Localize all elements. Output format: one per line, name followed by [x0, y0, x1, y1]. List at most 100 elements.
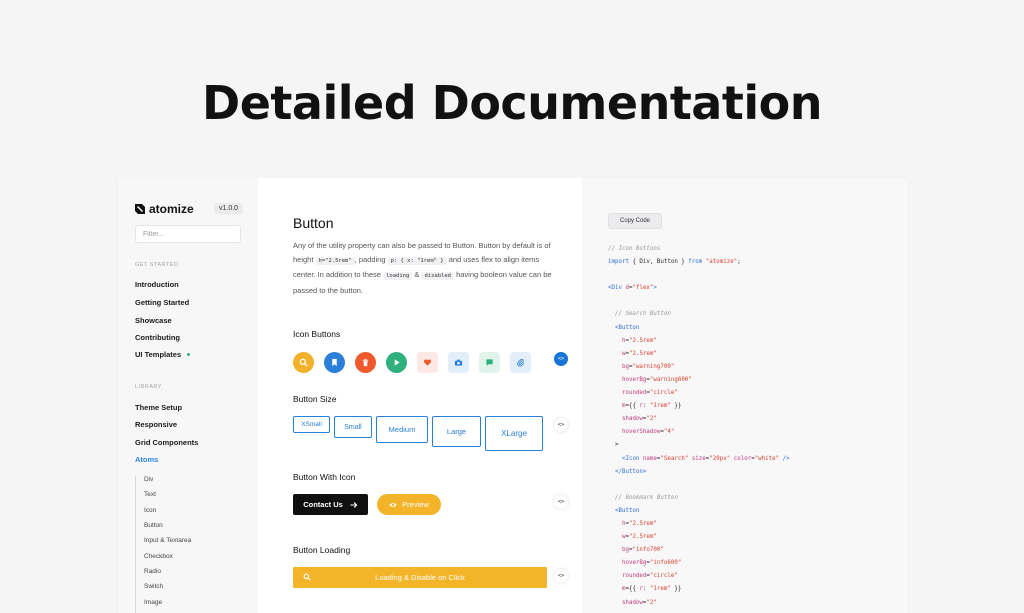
code-token: <Icon	[621, 455, 640, 462]
sidebar-subitem-switch[interactable]: Switch	[144, 583, 163, 590]
code-token: "circle"	[649, 573, 678, 580]
code-token: "2"	[646, 416, 657, 423]
sidebar-item-theme-setup[interactable]: Theme Setup	[135, 403, 182, 412]
sidebar-subitem-div[interactable]: Div	[144, 476, 153, 483]
code-token: "warning700"	[632, 363, 675, 370]
sidebar-item-introduction[interactable]: Introduction	[135, 280, 179, 289]
sidebar-subitem-input-textarea[interactable]: Input & Textarea	[144, 537, 191, 544]
play-button[interactable]	[386, 352, 407, 373]
contact-us-button[interactable]: Contact Us	[293, 494, 368, 515]
sidebar-subitem-image[interactable]: Image	[144, 599, 162, 606]
code-line: <Icon name="Search" size="20px" color="w…	[608, 453, 790, 466]
code-token: "flex"	[632, 285, 654, 292]
like-button[interactable]	[417, 352, 438, 373]
code-token: "2.5rem"	[628, 337, 657, 344]
desc-text: &	[414, 270, 420, 279]
bookmark-button[interactable]	[324, 352, 345, 373]
code-token: "Search"	[660, 455, 689, 462]
code-line: shadow="2"	[608, 413, 790, 426]
sidebar-subitem-icon[interactable]: Icon	[144, 507, 156, 514]
sidebar-subitem-radio[interactable]: Radio	[144, 568, 161, 575]
code-token: hoverShadow	[621, 429, 661, 436]
loading-button[interactable]: Loading & Disable on Click	[293, 567, 547, 588]
copy-code-button[interactable]: Copy Code	[608, 213, 662, 229]
delete-button[interactable]	[355, 352, 376, 373]
code-token: <Button	[614, 507, 640, 514]
brand[interactable]: atomize	[135, 202, 194, 216]
button-small[interactable]: Small	[334, 416, 372, 438]
code-token: from	[688, 259, 703, 266]
sidebar-subitem-button[interactable]: Button	[144, 522, 163, 529]
code-line: w="2.5rem"	[608, 348, 790, 361]
preview-label: Preview	[402, 500, 429, 509]
code-token: "2.5rem"	[628, 520, 657, 527]
code-token: shadow	[621, 416, 643, 423]
code-chip-height: h="2.5rem"	[315, 256, 355, 265]
docs-frame: atomize v1.0.0 GET STARTED Introduction …	[118, 178, 908, 613]
code-panel: Copy Code // Icon Buttons import { Div, B…	[582, 178, 908, 613]
sidebar-item-showcase[interactable]: Showcase	[135, 316, 172, 325]
button-xlarge[interactable]: XLarge	[485, 416, 543, 451]
sidebar-item-getting-started[interactable]: Getting Started	[135, 298, 189, 307]
code-line: <Button	[608, 505, 790, 518]
code-token: :	[642, 586, 650, 593]
heart-icon	[423, 359, 432, 366]
code-token: rounded	[621, 573, 647, 580]
code-token: size	[691, 455, 706, 462]
sidebar-item-atoms[interactable]: Atoms	[135, 455, 158, 464]
button-medium[interactable]: Medium	[376, 416, 428, 443]
sidebar-item-ui-templates[interactable]: UI Templates	[135, 350, 191, 359]
sidebar-subitem-checkbox[interactable]: Checkbox	[144, 553, 173, 560]
code-line: // Bookmark Button	[608, 492, 790, 505]
sidebar-item-label: UI Templates	[135, 350, 182, 359]
code-line: import { Div, Button } from "atomize";	[608, 256, 790, 269]
loading-label: Loading & Disable on Click	[375, 573, 465, 582]
code-token: "warning600"	[649, 376, 692, 383]
sidebar-subitem-text[interactable]: Text	[144, 491, 156, 498]
code-token: </Button>	[614, 468, 647, 475]
play-icon	[394, 359, 400, 366]
search-icon	[303, 573, 311, 581]
sidebar-item-responsive[interactable]: Responsive	[135, 420, 177, 429]
code-token: "info700"	[632, 547, 664, 554]
code-token: // Bookmark Button	[614, 494, 678, 501]
code-token: "2.5rem"	[628, 534, 657, 541]
message-button[interactable]	[479, 352, 500, 373]
code-line: h="2.5rem"	[608, 518, 790, 531]
code-toggle-icon-buttons[interactable]: <>	[554, 352, 568, 366]
camera-button[interactable]	[448, 352, 469, 373]
code-token: <Div	[608, 285, 622, 292]
code-block[interactable]: // Icon Buttons import { Div, Button } fr…	[608, 243, 790, 610]
attachment-button[interactable]	[510, 352, 531, 373]
code-toggle-button-loading[interactable]: <>	[554, 569, 568, 583]
button-xsmall[interactable]: XSmall	[293, 416, 330, 433]
code-token: "info600"	[649, 560, 682, 567]
sidebar-item-grid-components[interactable]: Grid Components	[135, 438, 198, 447]
code-toggle-button-with-icon[interactable]: <>	[554, 495, 568, 509]
code-token: "2.5rem"	[628, 350, 657, 357]
section-title-button-with-icon: Button With Icon	[293, 472, 356, 482]
code-token: "2"	[646, 599, 657, 606]
search-button[interactable]	[293, 352, 314, 373]
code-token: ={{	[625, 586, 640, 593]
code-toggle-button-size[interactable]: <>	[554, 418, 568, 432]
code-token: >	[608, 442, 619, 449]
preview-button[interactable]: Preview	[377, 494, 441, 515]
code-token: "atomize"	[705, 259, 738, 266]
sidebar-item-contributing[interactable]: Contributing	[135, 333, 180, 342]
button-large[interactable]: Large	[432, 416, 481, 447]
filter-input[interactable]	[135, 225, 241, 243]
code-chip-padding: p: { x: "1rem" }	[387, 256, 447, 265]
